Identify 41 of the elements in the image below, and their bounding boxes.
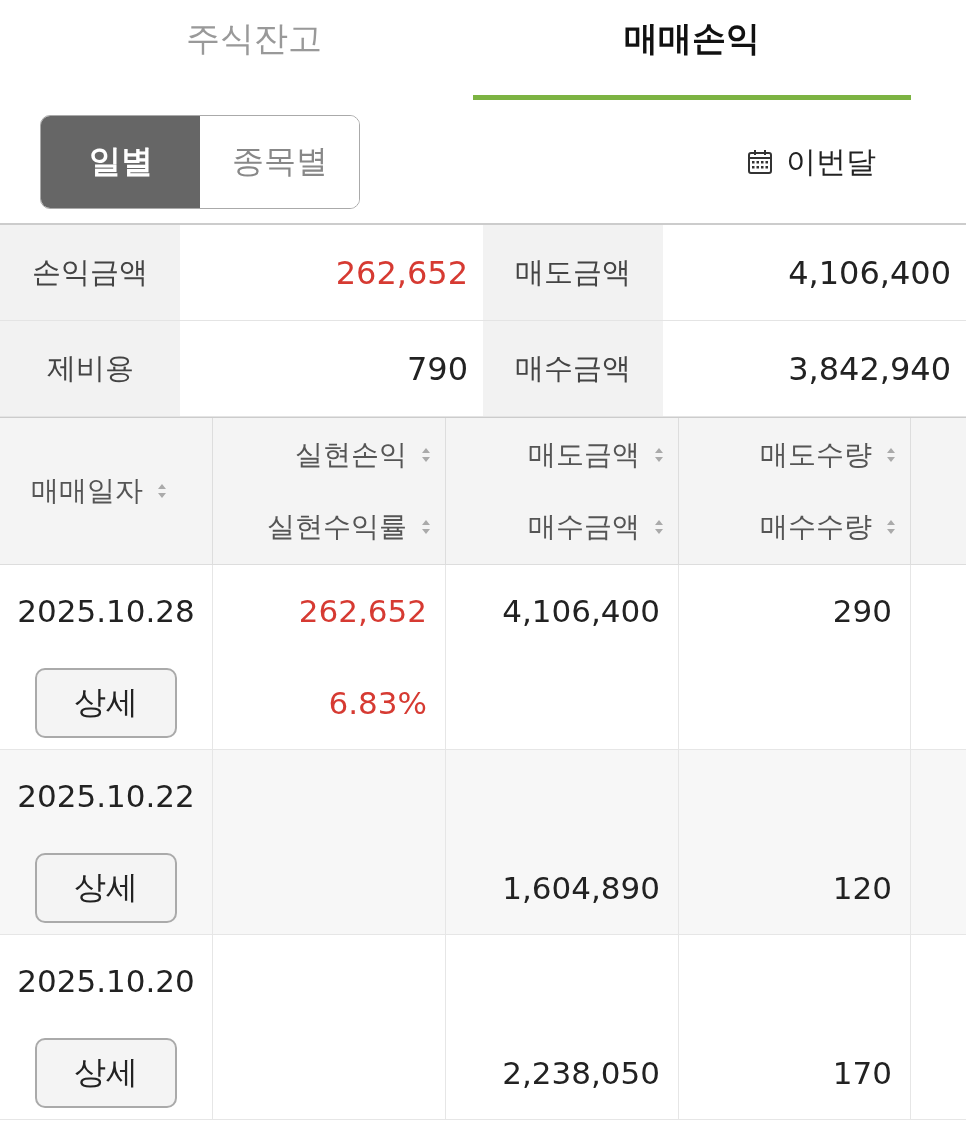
summary-label: 제비용 [0,321,180,417]
tab[interactable]: 매매손익 [473,0,911,100]
detail-button[interactable]: 상세 [35,668,177,738]
calendar-icon [746,148,774,176]
summary-label: 매수금액 [483,321,663,417]
column-label: 실현손익 [295,437,407,473]
column-label: 매도수량 [760,437,872,473]
column-label: 매수수량 [760,509,872,545]
column-header[interactable]: 매도수량 매수수량 [679,418,911,564]
summary-label: 매도금액 [483,225,663,321]
column-label: 매도금액 [528,437,640,473]
sort-icon[interactable] [654,518,664,536]
sort-icon[interactable] [886,446,896,464]
table-value: 262,652 [298,593,427,629]
table-value: 290 [832,593,892,629]
trade-date: 2025.10.28 [17,593,195,629]
column-header[interactable]: 매매일자 [0,418,213,564]
table-value: 4,106,400 [502,593,660,629]
period-toggle-button[interactable]: 일별 [41,116,200,208]
column-header[interactable]: 매도금액 매수금액 [446,418,679,564]
detail-button[interactable]: 상세 [35,853,177,923]
sort-icon[interactable] [157,482,167,500]
trade-date: 2025.10.20 [17,963,195,999]
column-label: 매수금액 [528,509,640,545]
sort-icon[interactable] [654,446,664,464]
sort-icon[interactable] [421,518,431,536]
summary-label: 손익금액 [0,225,180,321]
table-value: 170 [832,1055,892,1091]
sort-icon[interactable] [421,446,431,464]
summary-value: 4,106,400 [663,225,966,321]
period-filter[interactable]: 이번달 [746,141,876,183]
table-value: 6.83% [328,685,427,721]
table-value: 120 [832,870,892,906]
column-label: 실현수익률 [267,509,407,545]
column-header[interactable]: 실현손익 실현수익률 [213,418,446,564]
table-value: 2,238,050 [502,1055,660,1091]
column-label: 매매일자 [31,473,143,509]
trade-date: 2025.10.22 [17,778,195,814]
table-value: 1,604,890 [502,870,660,906]
sort-icon[interactable] [886,518,896,536]
detail-button[interactable]: 상세 [35,1038,177,1108]
